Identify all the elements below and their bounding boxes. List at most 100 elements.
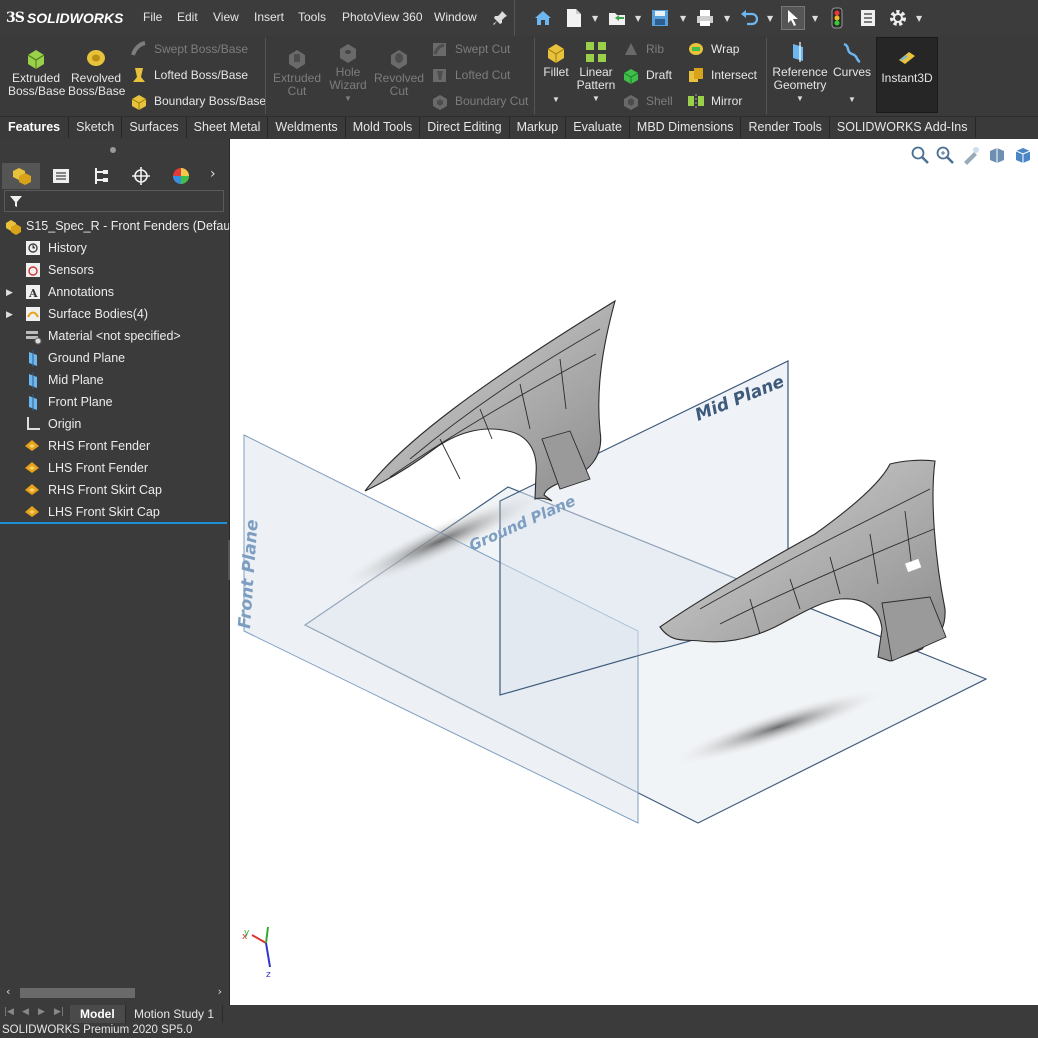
chevron-down-icon[interactable]: ▼ — [812, 14, 820, 23]
reference-geometry-button[interactable]: Reference Geometry ▼ — [770, 40, 830, 105]
linear-pattern-button[interactable]: Linear Pattern ▼ — [574, 40, 618, 105]
chevron-down-icon[interactable]: ▼ — [770, 92, 830, 105]
print-icon[interactable] — [693, 6, 717, 30]
view-orientation-icon[interactable] — [1013, 145, 1033, 165]
extruded-cut-button[interactable]: Extruded Cut — [270, 46, 324, 98]
menu-photoview[interactable]: PhotoView 360 — [342, 10, 423, 24]
shell-button[interactable]: Shell — [622, 92, 673, 110]
menu-file[interactable]: File — [143, 10, 162, 24]
horizontal-scrollbar[interactable]: ‹ › — [2, 985, 226, 1001]
undo-icon[interactable] — [737, 6, 761, 30]
chevron-right-icon[interactable]: › — [210, 166, 216, 182]
panel-splitter-handle[interactable] — [110, 147, 116, 153]
menu-tools[interactable]: Tools — [298, 10, 326, 24]
property-manager-tab[interactable] — [42, 163, 80, 189]
gear-icon[interactable] — [886, 6, 910, 30]
rollback-bar[interactable] — [0, 522, 227, 524]
home-icon[interactable] — [531, 6, 555, 30]
scrollbar-thumb[interactable] — [20, 988, 135, 998]
chevron-down-icon[interactable]: ▼ — [574, 92, 618, 105]
tab-render-tools[interactable]: Render Tools — [741, 117, 830, 138]
tree-item-ground-plane[interactable]: Ground Plane — [0, 347, 229, 369]
tab-mbd-dimensions[interactable]: MBD Dimensions — [630, 117, 742, 138]
tree-item-surface-bodies-4[interactable]: ▶ Surface Bodies(4) — [0, 303, 229, 325]
expand-arrow-icon[interactable]: ▶ — [6, 287, 18, 298]
wrap-button[interactable]: Wrap — [687, 40, 739, 58]
new-document-icon[interactable] — [562, 6, 586, 30]
tree-item-front-plane[interactable]: Front Plane — [0, 391, 229, 413]
revolved-boss-button[interactable]: Revolved Boss/Base — [66, 46, 126, 98]
instant3d-button[interactable]: Instant3D — [876, 37, 938, 113]
scroll-right-icon[interactable]: › — [218, 985, 222, 998]
tree-item-history[interactable]: History — [0, 237, 229, 259]
open-icon[interactable] — [605, 6, 629, 30]
tab-motion-study[interactable]: Motion Study 1 — [126, 1005, 224, 1023]
tab-weldments[interactable]: Weldments — [268, 117, 346, 138]
next-tab-icon[interactable]: ▶ — [38, 1007, 45, 1017]
menu-window[interactable]: Window — [434, 10, 477, 24]
chevron-down-icon[interactable]: ▼ — [592, 14, 600, 23]
rib-button[interactable]: Rib — [622, 40, 664, 58]
first-tab-icon[interactable]: |◀ — [4, 1007, 14, 1017]
configuration-manager-tab[interactable] — [82, 163, 120, 189]
chevron-down-icon[interactable]: ▼ — [916, 14, 924, 23]
tree-item-annotations[interactable]: ▶ A Annotations — [0, 281, 229, 303]
tab-surfaces[interactable]: Surfaces — [122, 117, 187, 138]
chevron-down-icon[interactable]: ▼ — [680, 14, 688, 23]
tab-sheet-metal[interactable]: Sheet Metal — [187, 117, 269, 138]
tab-sketch[interactable]: Sketch — [69, 117, 123, 138]
scroll-left-icon[interactable]: ‹ — [6, 985, 10, 998]
zoom-to-area-icon[interactable] — [935, 145, 955, 165]
draft-button[interactable]: Draft — [622, 66, 672, 84]
tab-model[interactable]: Model — [70, 1005, 126, 1023]
swept-boss-button[interactable]: Swept Boss/Base — [130, 40, 248, 58]
chevron-down-icon[interactable]: ▼ — [539, 93, 573, 106]
swept-cut-button[interactable]: Swept Cut — [431, 40, 510, 58]
mirror-button[interactable]: Mirror — [687, 92, 742, 110]
rebuild-icon[interactable] — [825, 6, 849, 30]
save-icon[interactable] — [648, 6, 672, 30]
feature-manager-tab[interactable] — [2, 163, 40, 189]
menu-view[interactable]: View — [213, 10, 239, 24]
boundary-cut-button[interactable]: Boundary Cut — [431, 92, 528, 110]
fillet-button[interactable]: Fillet ▼ — [539, 40, 573, 106]
tree-item-mid-plane[interactable]: Mid Plane — [0, 369, 229, 391]
filter-box[interactable] — [4, 190, 224, 212]
hole-wizard-button[interactable]: Hole Wizard ▼ — [324, 40, 372, 105]
tab-mold-tools[interactable]: Mold Tools — [346, 117, 421, 138]
menu-edit[interactable]: Edit — [177, 10, 198, 24]
tree-item-sensors[interactable]: Sensors — [0, 259, 229, 281]
tree-item-lhs-front-skirt-cap[interactable]: LHS Front Skirt Cap — [0, 501, 229, 523]
tab-solidworks-addins[interactable]: SOLIDWORKS Add-Ins — [830, 117, 976, 138]
expand-arrow-icon[interactable]: ▶ — [6, 309, 18, 320]
boundary-boss-button[interactable]: Boundary Boss/Base — [130, 92, 266, 110]
chevron-down-icon[interactable]: ▼ — [324, 92, 372, 105]
section-view-icon[interactable] — [987, 145, 1007, 165]
chevron-down-icon[interactable]: ▼ — [832, 93, 872, 106]
chevron-down-icon[interactable]: ▼ — [724, 14, 732, 23]
previous-tab-icon[interactable]: ◀ — [22, 1007, 29, 1017]
tab-direct-editing[interactable]: Direct Editing — [420, 117, 510, 138]
revolved-cut-button[interactable]: Revolved Cut — [372, 46, 426, 98]
tree-item-rhs-front-skirt-cap[interactable]: RHS Front Skirt Cap — [0, 479, 229, 501]
select-cursor-icon[interactable] — [781, 6, 805, 30]
display-manager-tab[interactable] — [162, 163, 200, 189]
graphics-area[interactable]: Front Plane Mid Plane Ground Plane x y z — [230, 139, 1038, 1005]
curves-button[interactable]: Curves ▼ — [832, 40, 872, 106]
tab-markup[interactable]: Markup — [510, 117, 567, 138]
lofted-cut-button[interactable]: Lofted Cut — [431, 66, 510, 84]
tree-item-lhs-front-fender[interactable]: LHS Front Fender — [0, 457, 229, 479]
tab-evaluate[interactable]: Evaluate — [566, 117, 630, 138]
lhs-front-fender[interactable] — [364, 299, 616, 502]
file-properties-icon[interactable] — [856, 6, 880, 30]
dimxpert-manager-tab[interactable] — [122, 163, 160, 189]
tree-item-rhs-front-fender[interactable]: RHS Front Fender — [0, 435, 229, 457]
extruded-boss-button[interactable]: Extruded Boss/Base — [6, 46, 66, 98]
previous-view-icon[interactable] — [961, 145, 981, 165]
pin-icon[interactable] — [488, 6, 512, 30]
last-tab-icon[interactable]: ▶| — [54, 1007, 64, 1017]
tree-item-material-not-specified[interactable]: Material <not specified> — [0, 325, 229, 347]
chevron-down-icon[interactable]: ▼ — [635, 14, 643, 23]
intersect-button[interactable]: Intersect — [687, 66, 757, 84]
tab-features[interactable]: Features — [0, 117, 70, 138]
